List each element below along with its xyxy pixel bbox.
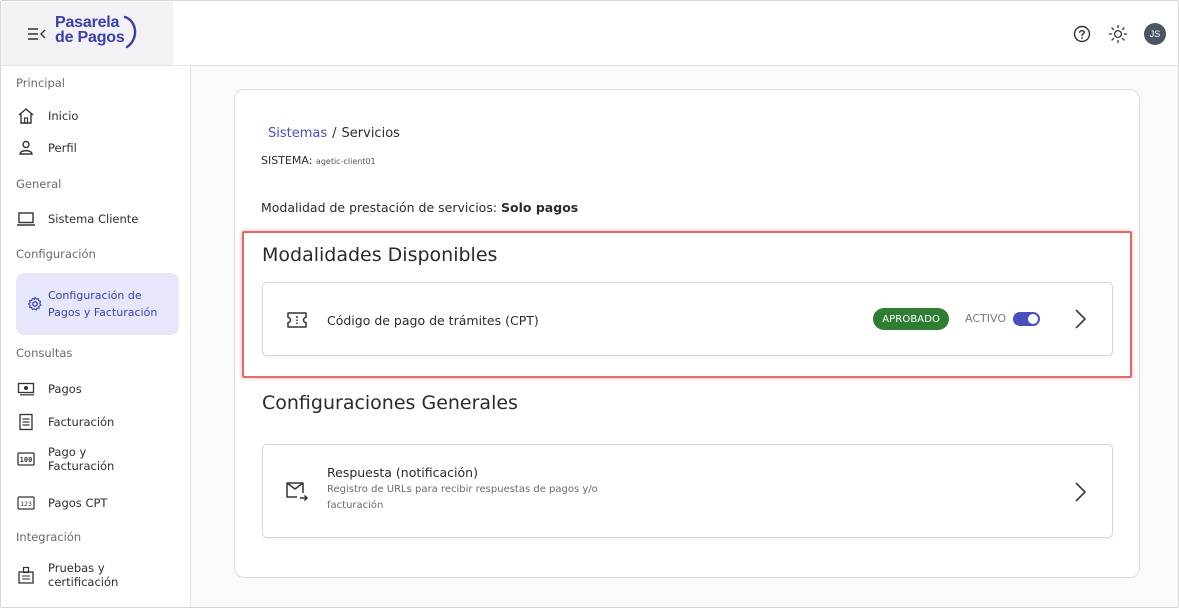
sistema-label: SISTEMA: <box>261 154 313 167</box>
payments-icon <box>16 379 36 399</box>
sidebar-item-inicio[interactable]: Inicio <box>16 106 178 126</box>
breadcrumb-sistemas-link[interactable]: Sistemas <box>268 126 327 141</box>
sidebar-item-facturacion[interactable]: Facturación <box>16 412 178 432</box>
top-bar: Pasarela de Pagos JS <box>1 1 1178 66</box>
sidebar-item-label: Configuración de Pagos y Facturación <box>48 289 158 319</box>
top-actions: JS <box>1072 23 1166 45</box>
respuesta-label: Respuesta (notificación) <box>327 465 478 480</box>
status-badge-aprobado: APROBADO <box>873 308 949 330</box>
sidebar-item-label: Inicio <box>48 109 79 123</box>
modalidades-title: Modalidades Disponibles <box>262 244 498 266</box>
sistema-value: agetic-client01 <box>315 157 376 166</box>
modalidad-value: Solo pagos <box>501 200 579 215</box>
section-integracion: Integración <box>16 530 82 544</box>
help-icon[interactable] <box>1072 24 1092 44</box>
chevron-right-icon[interactable] <box>1072 307 1088 331</box>
sidebar-item-label: Pagos <box>48 382 82 396</box>
user-avatar[interactable]: JS <box>1144 23 1166 45</box>
modalidad-label: Modalidad de prestación de servicios: <box>261 200 498 215</box>
sidebar-item-label: Facturación <box>48 415 115 429</box>
svg-text:123: 123 <box>20 500 32 508</box>
person-icon <box>16 138 36 158</box>
sidebar-item-pruebas[interactable]: Pruebas y certificación <box>16 561 119 589</box>
modalidad-cpt-card[interactable]: Código de pago de trámites (CPT) APROBAD… <box>262 282 1113 356</box>
mail-send-icon <box>285 479 309 503</box>
sidebar-item-pagos-cpt[interactable]: 123 Pagos CPT <box>16 493 178 513</box>
home-icon <box>16 106 36 126</box>
certification-icon <box>16 565 36 585</box>
gear-icon <box>26 295 44 313</box>
breadcrumb-current: Servicios <box>341 126 400 141</box>
sidebar: Principal Inicio Perfil General Sistema … <box>1 66 191 607</box>
invoice-icon <box>16 412 36 432</box>
ticket-icon <box>285 308 309 332</box>
activo-label: ACTIVO <box>965 312 1006 325</box>
sidebar-item-label: Pruebas y certificación <box>48 561 119 589</box>
toggle-knob <box>1028 314 1038 324</box>
activo-toggle[interactable] <box>1013 312 1040 326</box>
main-card: Sistemas / Servicios SISTEMA: agetic-clien… <box>234 89 1140 578</box>
logo-arc-icon <box>123 15 137 49</box>
breadcrumb-separator: / <box>332 126 337 141</box>
breadcrumb: Sistemas / Servicios <box>268 126 400 141</box>
logo-line1: Pasarela <box>55 14 120 31</box>
respuesta-description: Registro de URLs para recibir respuestas… <box>327 484 598 511</box>
laptop-icon <box>16 209 36 229</box>
chevron-right-icon[interactable] <box>1072 480 1088 504</box>
section-configuracion: Configuración <box>16 247 96 261</box>
collapse-menu-icon[interactable] <box>27 26 47 42</box>
svg-text:100: 100 <box>20 456 33 464</box>
sidebar-item-pagos[interactable]: Pagos <box>16 379 178 399</box>
sidebar-item-label: Perfil <box>48 141 77 155</box>
counter-100-icon: 100 <box>16 449 36 469</box>
logo-line2: de Pagos <box>55 29 125 46</box>
sidebar-item-config-pagos[interactable]: Configuración de Pagos y Facturación <box>16 273 179 335</box>
sidebar-item-sistema-cliente[interactable]: Sistema Cliente <box>16 209 178 229</box>
section-consultas: Consultas <box>16 346 73 360</box>
counter-123-icon: 123 <box>16 493 36 513</box>
sidebar-item-pago-facturacion[interactable]: 100 Pago y Facturación <box>16 445 116 473</box>
sidebar-item-label: Sistema Cliente <box>48 212 139 226</box>
modalidad-line: Modalidad de prestación de servicios: So… <box>261 200 578 215</box>
sidebar-item-label: Pagos CPT <box>48 496 108 510</box>
sistema-line: SISTEMA: agetic-client01 <box>261 154 376 167</box>
brand-area: Pasarela de Pagos <box>2 2 173 65</box>
section-principal: Principal <box>16 76 66 90</box>
sidebar-item-perfil[interactable]: Perfil <box>16 138 178 158</box>
sidebar-item-label: Pago y Facturación <box>48 445 115 473</box>
theme-sun-icon[interactable] <box>1108 24 1128 44</box>
section-general: General <box>16 177 62 191</box>
modalidad-cpt-label: Código de pago de trámites (CPT) <box>327 313 539 328</box>
pasarela-logo[interactable]: Pasarela de Pagos <box>55 15 147 55</box>
configuraciones-title: Configuraciones Generales <box>262 392 518 414</box>
app-window: Pasarela de Pagos JS Principal Inicio Pe… <box>0 0 1179 608</box>
respuesta-notificacion-card[interactable]: Respuesta (notificación) Registro de URL… <box>262 444 1113 538</box>
